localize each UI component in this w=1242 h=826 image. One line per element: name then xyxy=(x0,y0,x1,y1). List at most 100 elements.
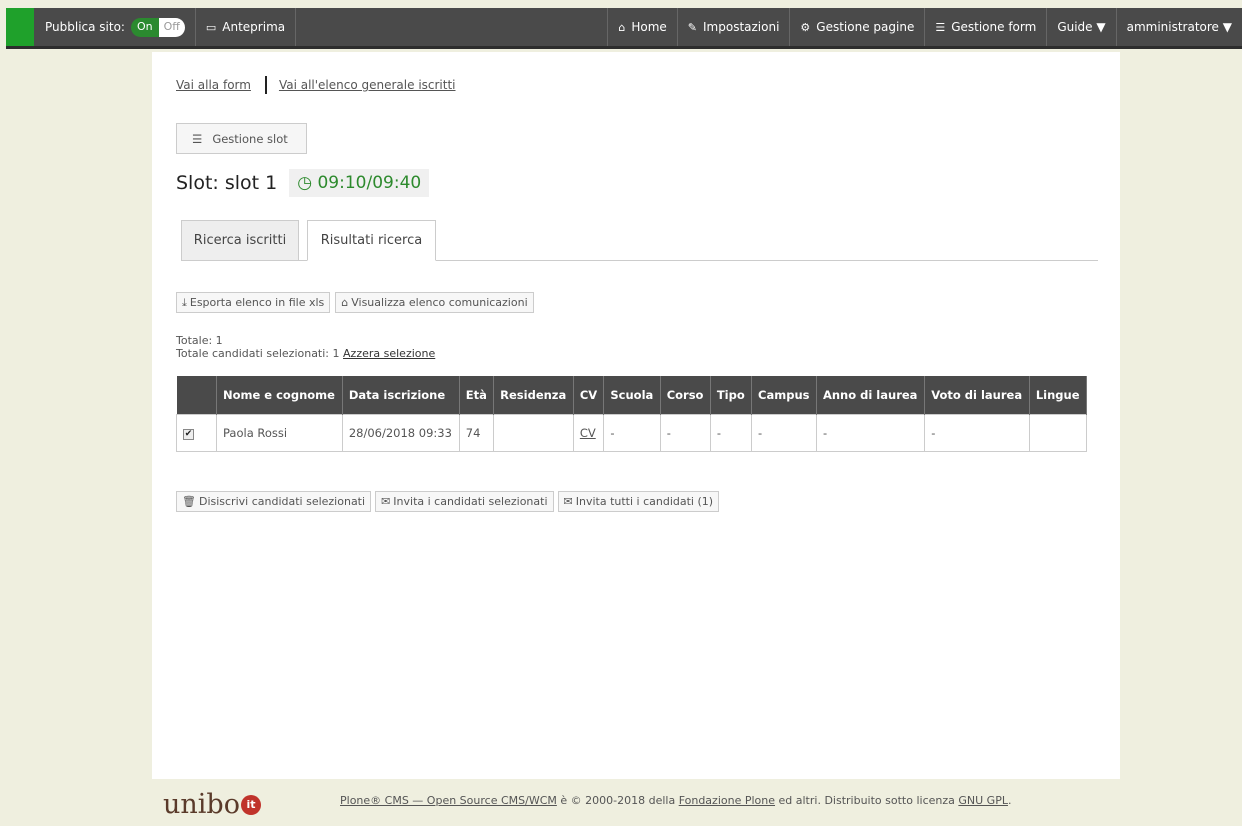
row-select-cell: ✔ xyxy=(176,413,217,452)
cell-date: 28/06/2018 09:33 xyxy=(341,413,460,452)
results-table: Nome e cognome Data iscrizione Età Resid… xyxy=(176,376,1088,452)
home-icon: ⌂ xyxy=(618,20,626,34)
clock-icon: ◷ xyxy=(297,173,318,193)
forms-button[interactable]: ☰ Gestione form xyxy=(925,8,1048,46)
monitor-icon: ▭ xyxy=(205,20,217,34)
slot-time-badge: ◷ 09:10/09:40 xyxy=(289,169,430,197)
envelope-icon: ✉ xyxy=(563,495,573,508)
wrench-icon: ✎ xyxy=(687,20,697,34)
cell-age: 74 xyxy=(458,413,495,452)
publish-toggle[interactable]: On Off xyxy=(130,17,185,37)
pages-label: Gestione pagine xyxy=(816,20,915,34)
export-xls-button[interactable]: ⤓ Esporta elenco in file xls xyxy=(176,292,331,313)
foundation-link[interactable]: Fondazione Plone xyxy=(679,794,775,807)
col-grad-year[interactable]: Anno di laurea xyxy=(816,376,926,414)
view-communications-button[interactable]: ⌂ Visualizza elenco comunicazioni xyxy=(335,292,534,313)
manage-slot-button[interactable]: ☰ Gestione slot xyxy=(176,123,307,154)
bulk-actions: 🗑 Disiscrivi candidati selezionati ✉ Inv… xyxy=(176,491,720,512)
col-languages[interactable]: Lingue xyxy=(1029,376,1088,414)
cell-name: Paola Rossi xyxy=(216,413,343,452)
publish-site-control: Pubblica sito: On Off xyxy=(34,8,196,46)
tab-results[interactable]: Risultati ricerca xyxy=(307,220,436,261)
main-content: Vai alla form Vai all'elenco generale is… xyxy=(152,52,1120,779)
cell-course: - xyxy=(659,413,711,452)
toggle-off[interactable]: Off xyxy=(158,17,185,37)
user-label: amministratore ▼ xyxy=(1126,20,1232,34)
user-menu[interactable]: amministratore ▼ xyxy=(1117,8,1242,46)
logo-text: unibo xyxy=(163,789,240,820)
list-icon: ☰ xyxy=(192,131,203,146)
col-grade[interactable]: Voto di laurea xyxy=(924,376,1030,414)
invite-selected-label: Invita i candidati selezionati xyxy=(393,495,548,508)
list-icon: ☰ xyxy=(935,20,946,34)
col-cv[interactable]: CV xyxy=(573,376,605,414)
inbox-icon: ⌂ xyxy=(341,296,349,309)
guide-label: Guide ▼ xyxy=(1057,20,1106,34)
col-type[interactable]: Tipo xyxy=(710,376,753,414)
cell-school: - xyxy=(603,413,661,452)
logo-dot: it xyxy=(240,794,261,815)
cell-languages xyxy=(1028,413,1088,452)
invite-all-button[interactable]: ✉ Invita tutti i candidati (1) xyxy=(557,491,720,512)
row-checkbox[interactable]: ✔ xyxy=(183,428,194,440)
plone-link[interactable]: Plone® CMS — Open Source CMS/WCM xyxy=(340,794,557,807)
cell-grad-year: - xyxy=(815,413,926,452)
pages-button[interactable]: ⚙ Gestione pagine xyxy=(790,8,926,46)
totals-info: Totale: 1 Totale candidati selezionati: … xyxy=(176,334,435,360)
footer-mid: è © 2000-2018 della xyxy=(556,794,679,807)
results-actions: ⤓ Esporta elenco in file xls ⌂ Visualizz… xyxy=(176,292,534,313)
green-status-bar xyxy=(6,8,34,46)
home-button[interactable]: ⌂ Home xyxy=(607,8,678,46)
unsubscribe-selected-button[interactable]: 🗑 Disiscrivi candidati selezionati xyxy=(176,491,372,512)
table-header-row: Nome e cognome Data iscrizione Età Resid… xyxy=(176,376,1088,414)
selected-count-line: Totale candidati selezionati: 1 Azzera s… xyxy=(176,347,435,360)
manage-slot-label: Gestione slot xyxy=(212,131,288,146)
envelope-icon: ✉ xyxy=(381,495,391,508)
footer-credits: Plone® CMS — Open Source CMS/WCM è © 200… xyxy=(340,794,1011,807)
home-label: Home xyxy=(631,20,667,34)
general-list-link[interactable]: Vai all'elenco generale iscritti xyxy=(279,78,456,92)
settings-button[interactable]: ✎ Impostazioni xyxy=(678,8,791,46)
col-course[interactable]: Corso xyxy=(660,376,711,414)
footer-end2: . xyxy=(1007,794,1012,807)
cell-cv: CV xyxy=(572,413,605,452)
unibo-logo: unibo it xyxy=(163,789,261,820)
footer-end1: ed altri. Distribuito sotto licenza xyxy=(775,794,959,807)
trash-icon: 🗑 xyxy=(182,495,196,508)
cell-residence xyxy=(493,413,574,452)
toggle-on[interactable]: On xyxy=(130,17,159,37)
col-name[interactable]: Nome e cognome xyxy=(216,376,343,414)
preview-label: Anteprima xyxy=(222,20,286,34)
slot-heading: Slot: slot 1 ◷ 09:10/09:40 xyxy=(176,169,430,197)
top-links: Vai alla form Vai all'elenco generale is… xyxy=(176,76,456,94)
col-date[interactable]: Data iscrizione xyxy=(342,376,460,414)
tab-bar: Ricerca iscritti Risultati ricerca xyxy=(181,220,1098,261)
cv-link[interactable]: CV xyxy=(580,426,596,440)
cell-campus: - xyxy=(751,413,817,452)
reset-selection-link[interactable]: Azzera selezione xyxy=(343,347,435,360)
preview-button[interactable]: ▭ Anteprima xyxy=(196,8,297,46)
tab-search[interactable]: Ricerca iscritti xyxy=(181,220,299,261)
forms-label: Gestione form xyxy=(951,20,1037,34)
gear-icon: ⚙ xyxy=(800,20,811,34)
export-label: Esporta elenco in file xls xyxy=(189,296,325,309)
selected-count: Totale candidati selezionati: 1 xyxy=(176,347,340,360)
link-separator xyxy=(264,76,267,94)
invite-all-label: Invita tutti i candidati (1) xyxy=(575,495,714,508)
slot-time: 09:10/09:40 xyxy=(317,173,422,193)
col-school[interactable]: Scuola xyxy=(603,376,661,414)
license-link[interactable]: GNU GPL xyxy=(958,794,1008,807)
col-residence[interactable]: Residenza xyxy=(493,376,574,414)
col-age[interactable]: Età xyxy=(459,376,495,414)
total-count: Totale: 1 xyxy=(176,334,223,347)
table-row: ✔ Paola Rossi 28/06/2018 09:33 74 CV - -… xyxy=(176,413,1088,452)
invite-selected-button[interactable]: ✉ Invita i candidati selezionati xyxy=(375,491,554,512)
col-select xyxy=(176,376,217,414)
go-to-form-link[interactable]: Vai alla form xyxy=(176,78,251,92)
cell-grade: - xyxy=(924,413,1030,452)
col-campus[interactable]: Campus xyxy=(751,376,817,414)
cell-type: - xyxy=(709,413,753,452)
guide-menu[interactable]: Guide ▼ xyxy=(1047,8,1117,46)
unsubscribe-label: Disiscrivi candidati selezionati xyxy=(198,495,366,508)
publish-label: Pubblica sito: xyxy=(45,20,125,34)
